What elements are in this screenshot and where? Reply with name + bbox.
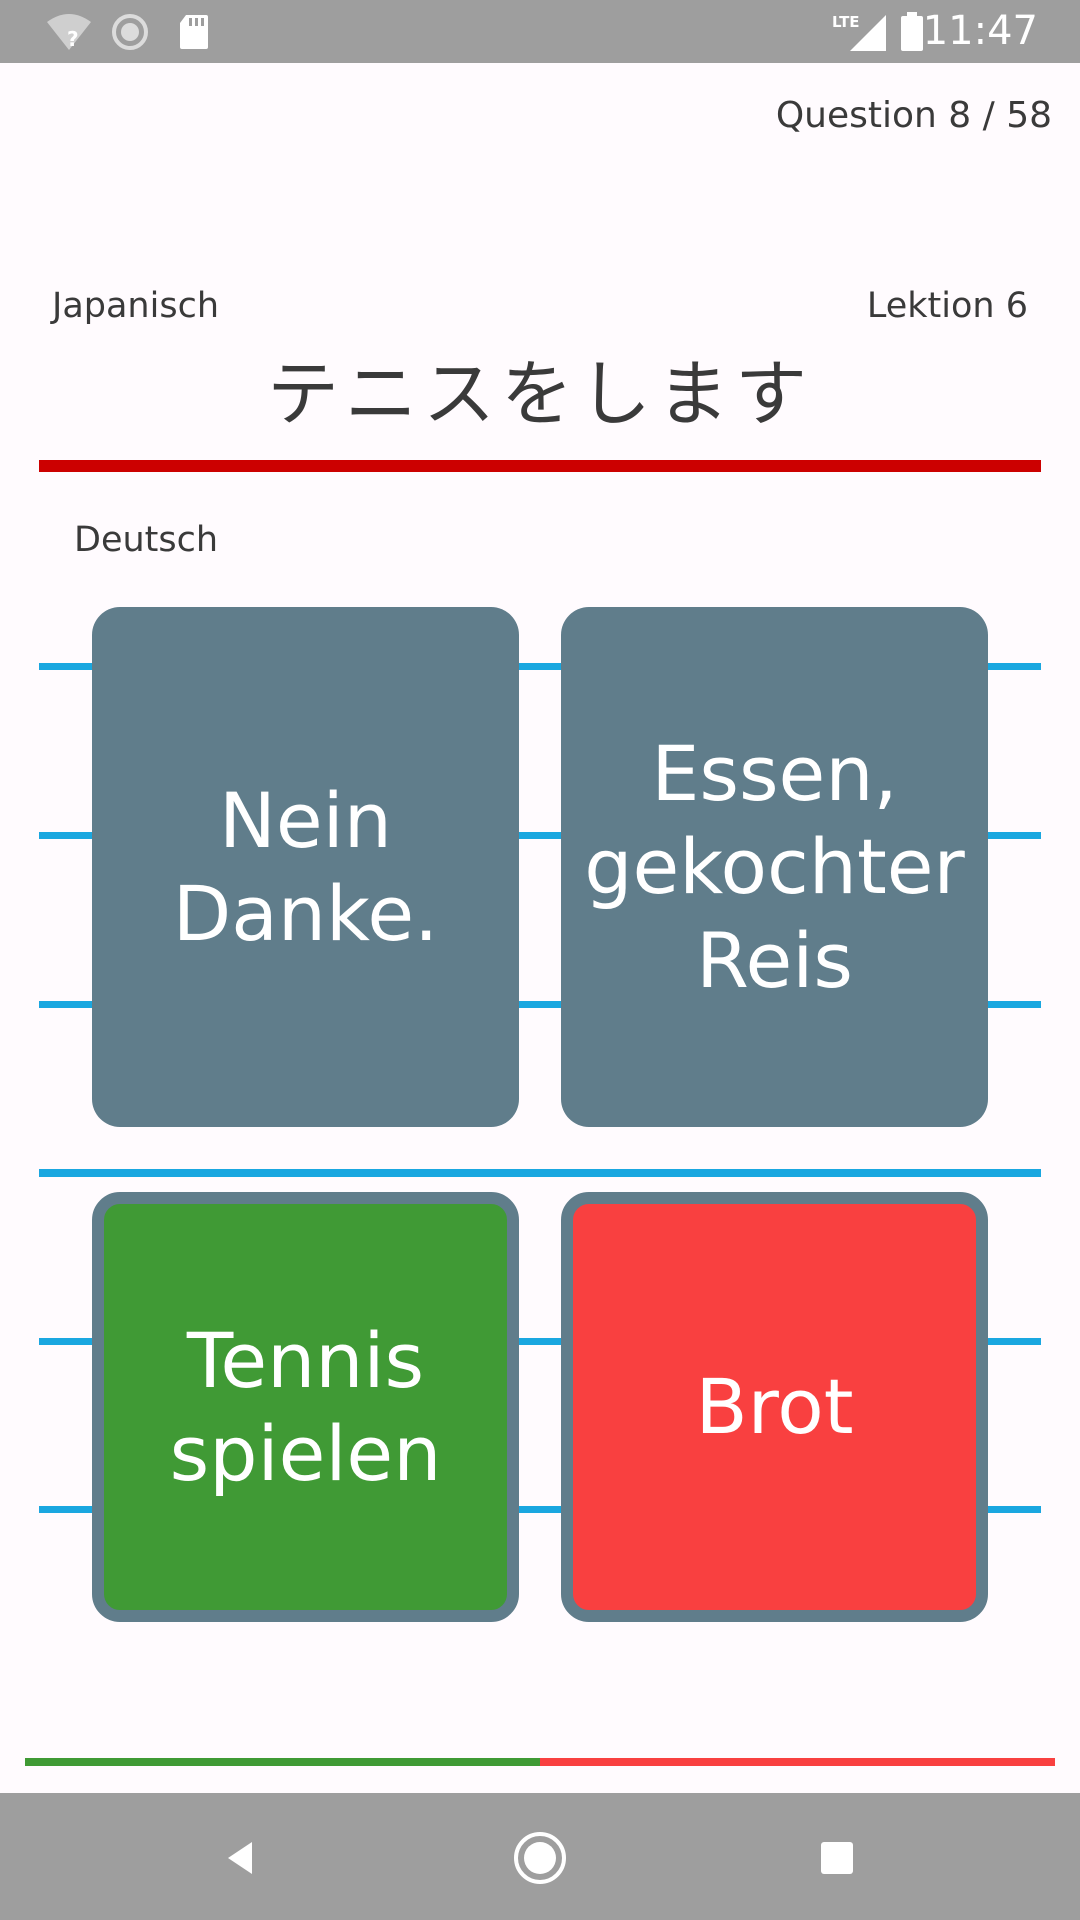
answer-text: Nein: [219, 775, 392, 865]
answer-text: spielen: [169, 1409, 442, 1498]
answer-text: Essen,: [651, 728, 898, 818]
answer-card[interactable]: Nein Danke.: [92, 607, 519, 1127]
back-icon[interactable]: [205, 1823, 275, 1893]
status-bar: ? LTE 11:47: [0, 0, 1080, 63]
answer-text: gekochter: [584, 822, 965, 912]
answer-text: Reis: [696, 915, 853, 1005]
guide-line: [39, 1169, 1041, 1177]
network-type-label: LTE: [832, 13, 860, 31]
status-time: 11:47: [922, 8, 1038, 54]
progress-correct-segment: [25, 1758, 540, 1766]
source-language-label: Japanisch: [52, 286, 220, 326]
wifi-unknown-icon: ?: [44, 12, 94, 52]
navigation-bar: [0, 1793, 1080, 1920]
lte-signal-icon: LTE: [830, 12, 890, 52]
target-language-label: Deutsch: [74, 520, 219, 560]
question-counter: Question 8 / 58: [775, 95, 1052, 136]
answer-card-correct[interactable]: Tennis spielen: [92, 1192, 519, 1622]
answer-text: Brot: [695, 1362, 854, 1452]
svg-text:?: ?: [67, 27, 79, 51]
prompt-word: テニスをします: [266, 352, 813, 436]
answer-card-wrong[interactable]: Brot: [561, 1192, 988, 1622]
score-progress-bar: [25, 1758, 1055, 1766]
sd-card-icon: [176, 12, 212, 52]
divider: [39, 460, 1041, 472]
answer-card[interactable]: Essen, gekochter Reis: [561, 607, 988, 1127]
home-icon[interactable]: [505, 1823, 575, 1893]
loading-icon: [108, 12, 152, 52]
lesson-label: Lektion 6: [866, 286, 1028, 326]
answer-text: Danke.: [172, 869, 439, 958]
recents-icon[interactable]: [802, 1823, 872, 1893]
answer-text: Tennis: [186, 1315, 425, 1405]
progress-wrong-segment: [540, 1758, 1055, 1766]
